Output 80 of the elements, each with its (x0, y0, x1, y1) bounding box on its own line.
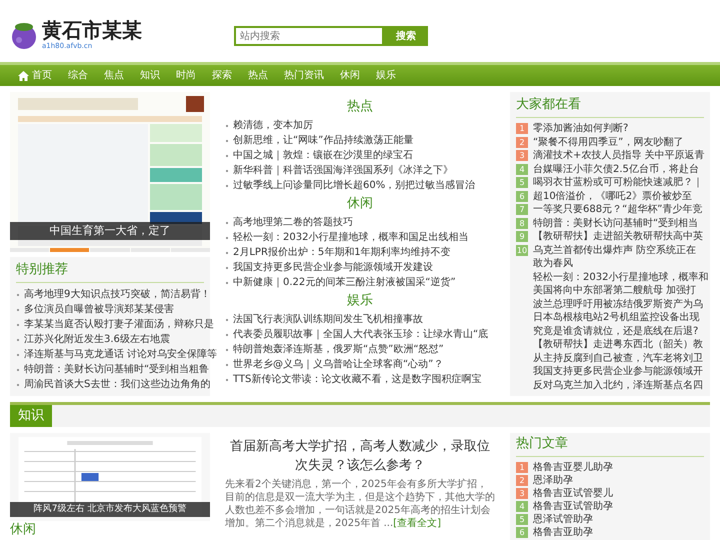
news-link[interactable]: 新华科普｜科普话强国海洋强国系列《冰洋之下》 (233, 163, 453, 178)
rank-badge: 7 (516, 204, 528, 216)
news-link[interactable]: 李某某当庭否认殴打妻子灌面汤，辩称只是 (24, 317, 214, 332)
rank-badge: 6 (516, 527, 528, 538)
news-text: 我国支持更多民营企业参与能源领域开 (532, 365, 704, 378)
news-link[interactable]: TTS新传论文带读：论文收藏不看，这是数字囤积症啊宝 (233, 372, 482, 387)
rank-badge: 2 (516, 136, 528, 148)
section-title: 娱乐 (346, 292, 374, 310)
rank-badge: 4 (516, 164, 528, 175)
news-link[interactable]: 江苏兴化附近发生3.6级左右地震 (24, 332, 170, 347)
news-link[interactable]: 法国飞行表演队训练期间发生飞机相撞事故 (233, 312, 423, 327)
section-title: 休闲 (10, 521, 37, 538)
news-link[interactable]: 高考地理第二卷的答题技巧 (233, 215, 353, 230)
section-title: 特别推荐 (16, 261, 204, 283)
news-link[interactable]: 超10倍溢价，《哪吒2》票价被炒至 (533, 190, 692, 203)
news-link[interactable]: 代表委员履职故事｜全国人大代表张玉珍：让绿水青山“底 (233, 327, 488, 342)
news-link[interactable]: 零添加酱油如何判断? (533, 122, 628, 136)
news-link[interactable]: 2月LPR报价出炉：5年期和1年期利率均维持不变 (233, 245, 451, 260)
news-text: 从主持反腐到自己被查，汽车老将刘卫 (532, 352, 704, 365)
news-link[interactable]: 喝羽衣甘蓝粉或可可粉能快速减肥？｜ (533, 176, 703, 190)
home-icon (18, 70, 29, 80)
read-more-link[interactable]: [查看全文] (393, 518, 441, 529)
news-link[interactable]: 恩泽助孕 (533, 474, 573, 487)
news-link[interactable]: 赖清德，变本加厉 (233, 118, 313, 133)
rank-badge: 5 (516, 177, 528, 188)
rank-badge: 5 (516, 514, 528, 525)
rank-badge: 3 (516, 150, 528, 162)
rank-badge: 1 (516, 462, 528, 473)
search-field[interactable]: 站内搜索 (234, 26, 384, 46)
news-link[interactable]: “聚餐不得用四季豆”，网友吵翻了 (533, 136, 684, 149)
news-link[interactable]: 格鲁吉亚试管助孕 (533, 500, 613, 513)
news-link[interactable]: 台媒曝汪小菲欠债2.5亿台币，将赴台 (533, 162, 699, 176)
news-link[interactable]: 中国之城｜敦煌：镶嵌在沙漠里的绿宝石 (233, 148, 413, 163)
slide-indicator[interactable] (50, 248, 90, 252)
news-link[interactable]: 轻松一刻：2032小行星撞地球，概率和国足出线相当 (233, 230, 468, 245)
news-text: 美国将向中东部署第二艘航母 加强打 (532, 284, 698, 298)
news-link[interactable]: 周渝民首谈大S去世：我们这些边边角角的 (24, 377, 210, 392)
section-title: 热门文章 (516, 435, 704, 457)
news-link[interactable]: 泽连斯基与马克龙通话 讨论对乌安全保障等 (24, 347, 218, 362)
news-link[interactable]: 创新思维，让“网味”作品持续激荡正能量 (233, 133, 414, 148)
news-link[interactable]: 一等奖只要688元？“超华杯”青少年竞 (533, 203, 702, 216)
news-link[interactable]: 恩泽试管助孕 (533, 513, 593, 526)
photo-caption: 中国生育第一大省，定了 (10, 222, 210, 240)
rank-badge: 8 (516, 218, 528, 229)
news-text: 波兰总理呼吁用被冻结俄罗斯资产为乌 (532, 298, 704, 311)
news-link[interactable]: 过敏季线上问诊量同比增长超60%，别把过敏当感冒治 (233, 178, 476, 193)
article-summary: 先来看2个关键消息，第一个，2025年会有多所大学扩招，目前的信息是双一流大学为主，但是这个趋势下，其他大学的人数也差不多会增加，一句话就是2025年高考的招生计划会增加。第二个消息就是，2025年首 ...[查看全文] (225, 478, 495, 530)
rank-badge: 10 (516, 244, 528, 256)
news-link[interactable]: 格鲁吉亚婴儿助孕 (533, 461, 613, 474)
section-title: 知识 (10, 405, 52, 427)
rank-badge: 1 (516, 123, 528, 134)
rank-badge: 4 (516, 501, 528, 512)
photo-caption: 阵风7级左右 北京市发布大风蓝色预警 (10, 502, 210, 517)
news-text: 敢为春风 (532, 257, 574, 270)
news-link[interactable]: 格鲁吉亚助孕 (533, 526, 593, 539)
news-link[interactable]: 特朗普：美财长访问基辅时“受到相当粗鲁 (24, 362, 210, 377)
news-text: 究竟是谁贪请就位，还是底线在后退? (532, 324, 700, 338)
news-text: 日本岛根核电站2号机组监控设备出现 (532, 311, 700, 324)
news-link[interactable]: 世界老乡@义乌｜义乌普哈让全球客商“心动”？ (233, 357, 444, 372)
news-text: 反对乌克兰加入北约，泽连斯基点名四 (532, 378, 704, 392)
news-link[interactable]: 我国支持更多民营企业参与能源领域开发建设 (233, 260, 433, 275)
news-link[interactable]: 特朗普：美财长访问基辅时“受到相当 (533, 216, 698, 230)
news-link[interactable]: 高考地理9大知识点技巧突破，简洁易背！ (24, 287, 210, 302)
article-title[interactable]: 首届新高考大学扩招，高考人数减少，录取位次失灵？该怎么参考？ (225, 437, 495, 475)
site-title: 黄石市某某 (42, 18, 142, 42)
news-link[interactable]: 特朗普炮轰泽连斯基，俄罗斯“点赞”欧洲“怒怼” (233, 342, 444, 357)
rank-badge: 3 (516, 488, 528, 499)
news-link[interactable]: 【教研帮扶】走进韶关教研帮扶高中英 (533, 230, 703, 244)
news-link[interactable]: 乌克兰首都传出爆炸声 防空系统正在 (533, 244, 696, 257)
news-link[interactable]: 多位演员自曝曾被导演郑某某侵害 (24, 302, 174, 317)
news-link[interactable]: 格鲁吉亚试管婴儿 (533, 487, 613, 500)
section-title: 热点 (346, 98, 374, 116)
rank-badge: 9 (516, 231, 528, 242)
section-title: 休闲 (346, 195, 374, 213)
news-text: 【教研帮扶】走进粤东西北（韶关）教 (532, 338, 704, 352)
section-title: 大家都在看 (516, 96, 704, 118)
rank-badge: 2 (516, 475, 528, 486)
rank-badge: 6 (516, 190, 528, 202)
news-link[interactable]: 滴灌技术+农技人员指导 关中平原返青 (533, 149, 705, 162)
news-link[interactable]: 中新健康｜0.22元的间苯三酚注射液被国采“逆货” (233, 275, 456, 290)
